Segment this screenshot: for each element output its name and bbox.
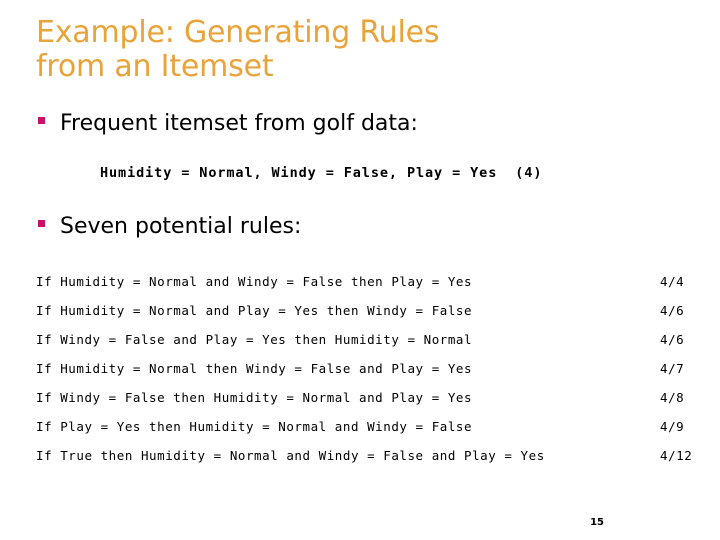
rule-row: If Humidity = Normal and Play = Yes then… [36, 303, 684, 332]
rules-list: If Humidity = Normal and Windy = False t… [36, 274, 692, 477]
rule-text: If Play = Yes then Humidity = Normal and… [36, 419, 473, 434]
page-number: 15 [590, 517, 604, 528]
rule-value: 4/8 [660, 390, 685, 405]
rule-text: If Windy = False then Humidity = Normal … [36, 390, 473, 405]
frequent-itemset-text: Humidity = Normal, Windy = False, Play =… [100, 165, 543, 181]
rule-value: 4/6 [660, 332, 685, 347]
rule-value: 4/9 [660, 419, 685, 434]
rule-row: If Humidity = Normal and Windy = False t… [36, 274, 684, 303]
rule-text: If Humidity = Normal and Windy = False t… [36, 274, 473, 289]
square-bullet-icon [38, 117, 45, 124]
rule-value: 4/12 [660, 448, 693, 463]
bullet-item-frequent-itemset: Frequent itemset from golf data: [38, 111, 418, 137]
bullet-label-seven-rules: Seven potential rules: [60, 214, 302, 239]
bullet-label-frequent-itemset: Frequent itemset from golf data: [60, 111, 418, 136]
rule-value: 4/7 [660, 361, 685, 376]
rule-text: If True then Humidity = Normal and Windy… [36, 448, 545, 463]
rule-text: If Windy = False and Play = Yes then Hum… [36, 332, 473, 347]
rule-row: If Play = Yes then Humidity = Normal and… [36, 419, 684, 448]
square-bullet-icon [38, 220, 45, 227]
rule-row: If Humidity = Normal then Windy = False … [36, 361, 684, 390]
rule-row: If Windy = False and Play = Yes then Hum… [36, 332, 684, 361]
rule-row: If Windy = False then Humidity = Normal … [36, 390, 684, 419]
rule-row: If True then Humidity = Normal and Windy… [36, 448, 692, 477]
bullet-item-seven-rules: Seven potential rules: [38, 214, 301, 240]
rule-value: 4/4 [660, 274, 685, 289]
rule-value: 4/6 [660, 303, 685, 318]
page-title: Example: Generating Rules from an Itemse… [36, 15, 440, 84]
rule-text: If Humidity = Normal and Play = Yes then… [36, 303, 473, 318]
rule-text: If Humidity = Normal then Windy = False … [36, 361, 473, 376]
slide: Example: Generating Rules from an Itemse… [0, 0, 720, 540]
